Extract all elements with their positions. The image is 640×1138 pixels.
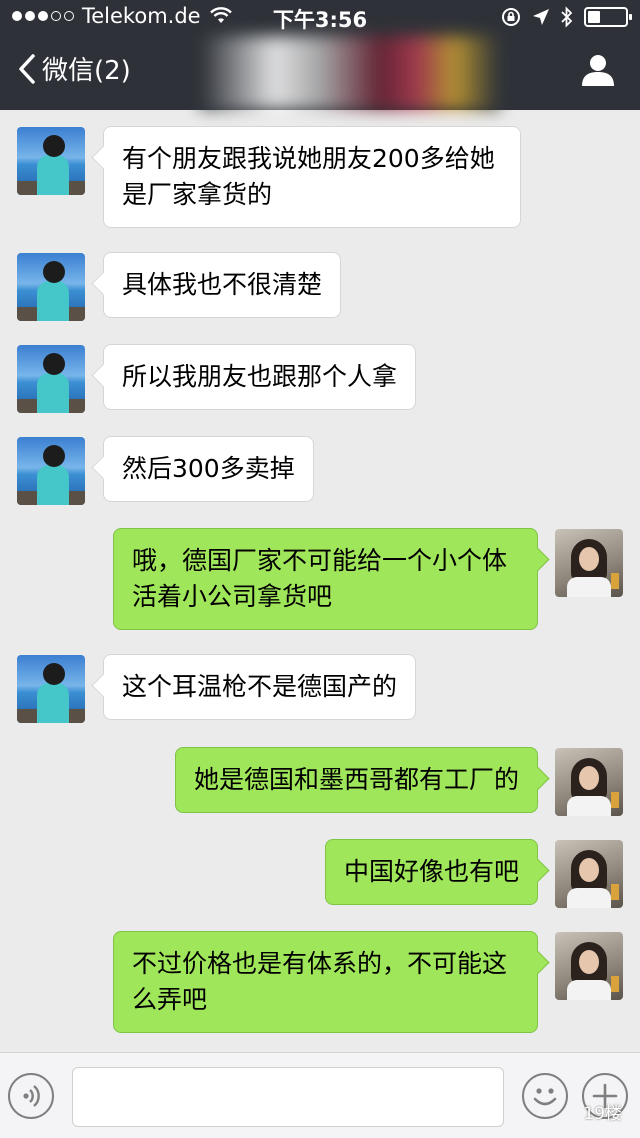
message-input[interactable]	[72, 1067, 504, 1127]
contact-avatar[interactable]	[17, 127, 85, 195]
incoming-message[interactable]: 所以我朋友也跟那个人拿	[103, 344, 417, 410]
smiley-icon	[533, 1088, 557, 1106]
contact-profile-icon[interactable]	[580, 52, 616, 88]
battery-icon	[584, 7, 632, 27]
chat-area[interactable]: 有个朋友跟我说她朋友200多给她 是厂家拿货的 具体我也不很清楚 所以我朋友也跟…	[0, 110, 640, 1052]
back-button[interactable]: 微信(2)	[16, 50, 131, 87]
rotation-lock-icon	[502, 8, 520, 26]
blurred-chat-title	[200, 36, 500, 110]
incoming-message[interactable]: 具体我也不很清楚	[103, 252, 342, 318]
contact-avatar[interactable]	[17, 655, 85, 723]
emoji-button[interactable]	[522, 1073, 568, 1119]
incoming-message[interactable]: 有个朋友跟我说她朋友200多给她 是厂家拿货的	[103, 126, 521, 228]
incoming-message[interactable]: 这个耳温枪不是德国产的	[103, 654, 417, 720]
back-label: 微信(2)	[42, 56, 131, 86]
watermark: 19楼	[583, 1104, 622, 1124]
my-avatar[interactable]	[555, 932, 623, 1000]
voice-button[interactable]	[8, 1073, 54, 1119]
my-avatar[interactable]	[555, 529, 623, 597]
contact-avatar[interactable]	[17, 345, 85, 413]
contact-avatar[interactable]	[17, 253, 85, 321]
my-avatar[interactable]	[555, 840, 623, 908]
chevron-left-icon	[19, 53, 35, 84]
outgoing-message[interactable]: 中国好像也有吧	[324, 839, 538, 905]
incoming-message[interactable]: 然后300多卖掉	[103, 436, 314, 502]
status-icons	[500, 6, 632, 28]
location-icon	[533, 9, 549, 25]
my-avatar[interactable]	[555, 748, 623, 816]
status-bar: Telekom.de 下午3:56	[0, 0, 640, 36]
bluetooth-icon	[561, 6, 573, 28]
outgoing-message[interactable]: 不过价格也是有体系的，不可能这么弄吧	[113, 931, 538, 1033]
contact-avatar[interactable]	[17, 437, 85, 505]
input-bar: 19楼	[0, 1052, 640, 1138]
top-bar: Telekom.de 下午3:56 微信(2)	[0, 0, 640, 110]
outgoing-message[interactable]: 哦，德国厂家不可能给一个小个体活着小公司拿货吧	[113, 528, 538, 630]
nav-bar: 微信(2)	[0, 36, 640, 110]
voice-icon	[23, 1085, 40, 1107]
outgoing-message[interactable]: 她是德国和墨西哥都有工厂的	[174, 747, 538, 813]
